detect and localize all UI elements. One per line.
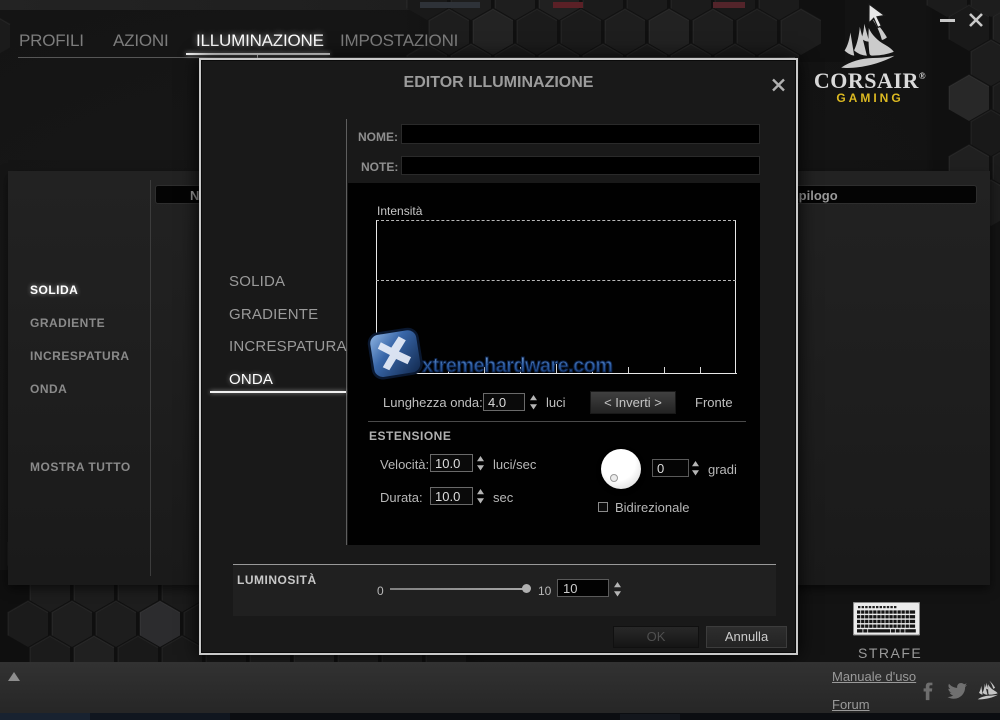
svg-text:xtremehardware.com: xtremehardware.com [422,355,612,377]
